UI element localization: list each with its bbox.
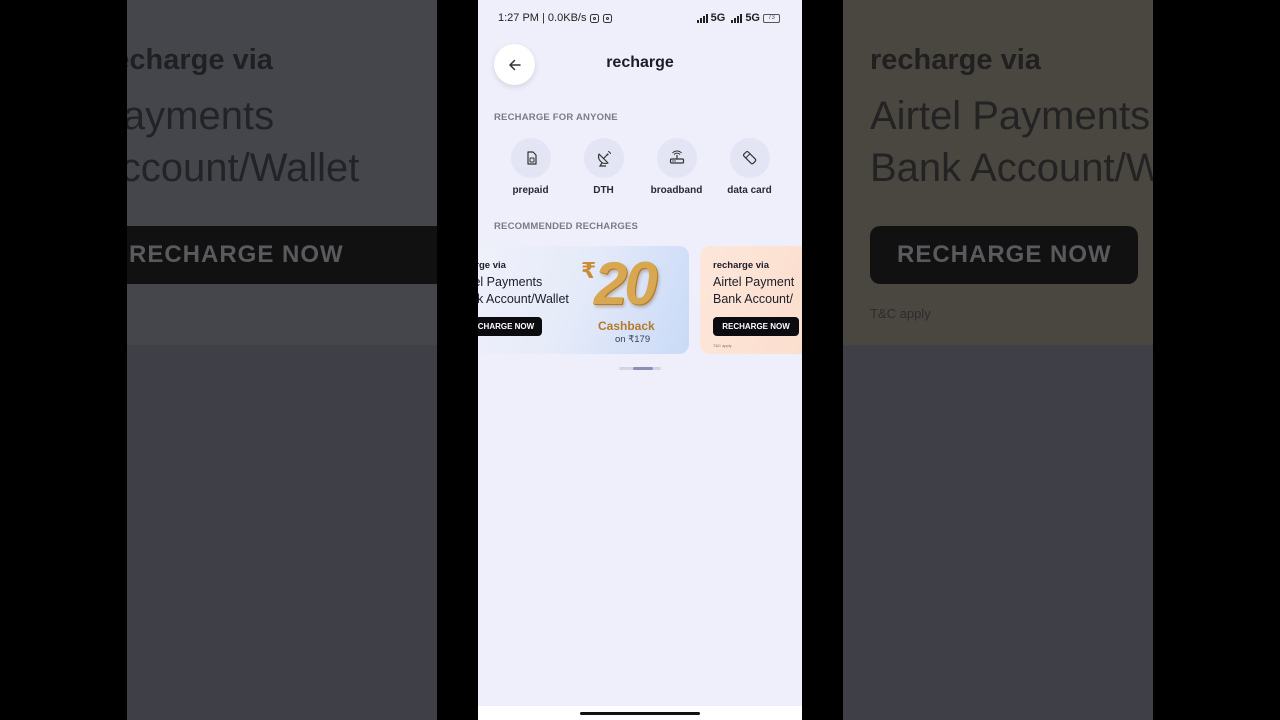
background-via-text: recharge via — [127, 44, 273, 76]
background-button: RECHARGE NOW — [870, 226, 1138, 284]
cashback-label: Cashback — [598, 319, 655, 333]
network-type: 5G — [710, 12, 726, 24]
page-title: recharge — [606, 54, 674, 71]
service-label: broadband — [650, 185, 703, 196]
promo-line2: nk Account/Wallet — [478, 292, 569, 306]
section-heading-recommended: RECOMMENDED RECHARGES — [494, 221, 639, 232]
promo-description: tel Payments nk Account/Wallet — [478, 274, 569, 308]
cashback-condition: on ₹179 — [615, 334, 651, 345]
carousel-page-indicator — [619, 367, 661, 370]
home-indicator[interactable] — [580, 712, 700, 715]
promo-line1: Airtel Payment — [713, 275, 795, 289]
status-bar: 1:27 PM | 0.0KB/s 5G 5G 73 — [478, 0, 802, 36]
background-button: RECHARGE NOW — [127, 226, 437, 284]
instagram-icon — [590, 13, 600, 23]
promo-description: Airtel Payment Bank Account/ — [713, 274, 794, 308]
active-page-dot — [633, 367, 653, 370]
signal-icon — [731, 13, 743, 23]
recharge-now-button[interactable]: RECHARGE NOW — [713, 317, 799, 336]
background-left-panel: recharge via Airtel Payments Bank Accoun… — [127, 0, 437, 720]
service-prepaid[interactable]: prepaid — [498, 138, 564, 196]
background-tnc: T&C apply — [870, 306, 931, 321]
network-type: 5G — [745, 12, 760, 24]
service-label: prepaid — [512, 185, 549, 196]
promo-line2: Bank Account/ — [713, 292, 793, 306]
background-line1: Airtel Payments — [870, 94, 1151, 138]
phone-screen: 1:27 PM | 0.0KB/s 5G 5G 73 recharge RECH… — [478, 0, 802, 720]
terms-text: T&C apply — [713, 343, 732, 348]
service-list: prepaid DTH broadband data card — [494, 138, 786, 196]
background-line2: Bank Account/Wallet — [127, 146, 360, 190]
navigation-bar — [478, 706, 802, 720]
background-right-panel: recharge via Airtel Payments Bank Accoun… — [843, 0, 1153, 720]
service-dth[interactable]: DTH — [571, 138, 637, 196]
service-data-card[interactable]: data card — [717, 138, 783, 196]
background-line2: Bank Account/Wallet — [870, 146, 1153, 190]
satellite-dish-icon — [597, 151, 611, 167]
battery-icon: 73 — [763, 13, 780, 23]
usb-dongle-icon — [742, 150, 756, 165]
router-icon — [669, 150, 684, 164]
background-line1: Airtel Payments — [127, 94, 275, 138]
section-heading-recharge-for-anyone: RECHARGE FOR ANYONE — [494, 112, 618, 123]
service-label: data card — [727, 185, 772, 196]
promo-via-text: recharge via — [713, 260, 769, 271]
service-broadband[interactable]: broadband — [644, 138, 710, 196]
promo-via-text: arge via — [478, 260, 506, 271]
time-and-speed: 1:27 PM | 0.0KB/s — [498, 12, 587, 24]
sim-card-icon — [526, 151, 537, 165]
background-card: recharge via Airtel Payments Bank Accoun… — [127, 0, 437, 345]
recharge-now-button[interactable]: CHARGE NOW — [478, 317, 542, 336]
signal-icon — [696, 13, 708, 23]
recharge-carousel[interactable]: arge via tel Payments nk Account/Wallet … — [478, 246, 802, 354]
promo-card-cashback[interactable]: arge via tel Payments nk Account/Wallet … — [478, 246, 689, 354]
background-card: recharge via Airtel Payments Bank Accoun… — [843, 0, 1153, 345]
promo-line1: tel Payments — [478, 275, 543, 289]
promo-card-airtel-payments[interactable]: recharge via Airtel Payment Bank Account… — [700, 246, 802, 354]
service-label: DTH — [593, 185, 614, 196]
instagram-icon — [603, 13, 613, 23]
cashback-amount: 20 — [594, 250, 658, 317]
background-via-text: recharge via — [870, 44, 1041, 76]
